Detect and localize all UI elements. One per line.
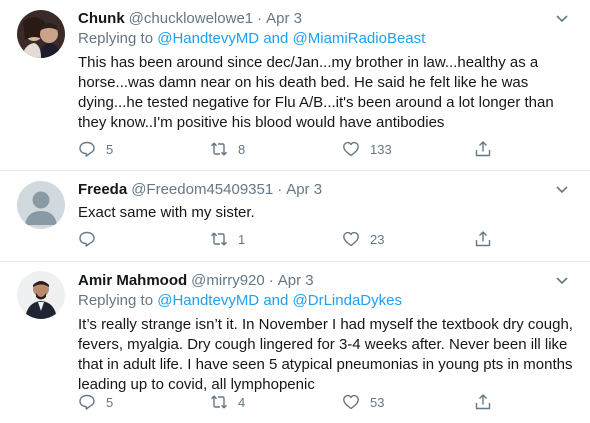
- mention-link[interactable]: @MiamiRadioBeast: [293, 30, 426, 47]
- display-name[interactable]: Amir Mahmood: [78, 272, 187, 289]
- tweet-date[interactable]: Apr 3: [286, 181, 322, 198]
- mention-and[interactable]: and: [263, 292, 288, 309]
- tweet-date[interactable]: Apr 3: [266, 10, 302, 27]
- replying-to-label: Replying to: [78, 30, 154, 47]
- display-name[interactable]: Freeda: [78, 181, 127, 198]
- tweet-text: It’s really strange isn’t it. In Novembe…: [78, 316, 573, 393]
- user-handle[interactable]: @chucklowelowe1: [129, 10, 253, 27]
- separator-dot: ·: [268, 271, 274, 289]
- retweet-button[interactable]: 4: [210, 393, 342, 411]
- share-icon: [475, 141, 491, 157]
- reply-count: 5: [106, 141, 114, 157]
- reply-button[interactable]: 5: [78, 393, 210, 411]
- chevron-down-icon[interactable]: [552, 8, 572, 28]
- mention-link[interactable]: @HandtevyMD: [157, 292, 259, 309]
- like-button[interactable]: 53: [342, 393, 474, 411]
- replying-to: Replying to @HandtevyMD and @MiamiRadioB…: [78, 30, 580, 50]
- mention-link[interactable]: @HandtevyMD: [157, 30, 259, 47]
- retweet-count: 1: [238, 231, 246, 247]
- mention-and[interactable]: and: [263, 30, 288, 47]
- replying-to-label: Replying to: [78, 292, 154, 309]
- reply-icon: [79, 231, 95, 247]
- reply-button[interactable]: 5: [78, 140, 210, 158]
- like-button[interactable]: 133: [342, 140, 474, 158]
- share-icon: [475, 394, 491, 410]
- heart-icon: [343, 141, 359, 157]
- tweet-actions: 5 4 53: [78, 393, 518, 411]
- avatar[interactable]: [17, 181, 65, 229]
- separator-dot: ·: [277, 180, 283, 198]
- tweet[interactable]: Freeda @Freedom45409351 · Apr 3 Exact sa…: [0, 171, 590, 261]
- tweet-actions: 1 23: [78, 230, 518, 248]
- heart-icon: [343, 231, 359, 247]
- share-button[interactable]: [474, 230, 514, 248]
- user-handle[interactable]: @mirry920: [191, 272, 265, 289]
- retweet-count: 4: [238, 394, 246, 410]
- replying-to: Replying to @HandtevyMD and @DrLindaDyke…: [78, 292, 580, 312]
- share-button[interactable]: [474, 393, 514, 411]
- like-count: 23: [370, 231, 385, 247]
- separator-dot: ·: [257, 9, 263, 27]
- like-count: 133: [370, 141, 392, 157]
- retweet-icon: [210, 395, 228, 409]
- retweet-icon: [210, 142, 228, 156]
- tweet-text: This has been around since dec/Jan...my …: [78, 54, 554, 131]
- retweet-button[interactable]: 1: [210, 230, 342, 248]
- reply-count: 5: [106, 394, 114, 410]
- tweet[interactable]: Amir Mahmood @mirry920 · Apr 3 Replying …: [0, 262, 590, 423]
- avatar[interactable]: [17, 10, 65, 58]
- retweet-button[interactable]: 8: [210, 140, 342, 158]
- tweet-date[interactable]: Apr 3: [278, 272, 314, 289]
- share-icon: [475, 231, 491, 247]
- chevron-down-icon[interactable]: [552, 270, 572, 290]
- tweet-text: Exact same with my sister.: [78, 204, 255, 221]
- retweet-count: 8: [238, 141, 246, 157]
- share-button[interactable]: [474, 140, 514, 158]
- like-count: 53: [370, 394, 385, 410]
- reply-icon: [79, 394, 95, 410]
- mention-link[interactable]: @DrLindaDykes: [293, 292, 402, 309]
- tweet[interactable]: Chunk @chucklowelowe1 · Apr 3 Replying t…: [0, 0, 590, 170]
- tweet-actions: 5 8 133: [78, 140, 518, 158]
- like-button[interactable]: 23: [342, 230, 474, 248]
- retweet-icon: [210, 232, 228, 246]
- avatar[interactable]: [17, 271, 65, 319]
- chevron-down-icon[interactable]: [552, 179, 572, 199]
- display-name[interactable]: Chunk: [78, 10, 125, 27]
- reply-icon: [79, 141, 95, 157]
- user-handle[interactable]: @Freedom45409351: [131, 181, 273, 198]
- reply-button[interactable]: [78, 230, 210, 248]
- heart-icon: [343, 394, 359, 410]
